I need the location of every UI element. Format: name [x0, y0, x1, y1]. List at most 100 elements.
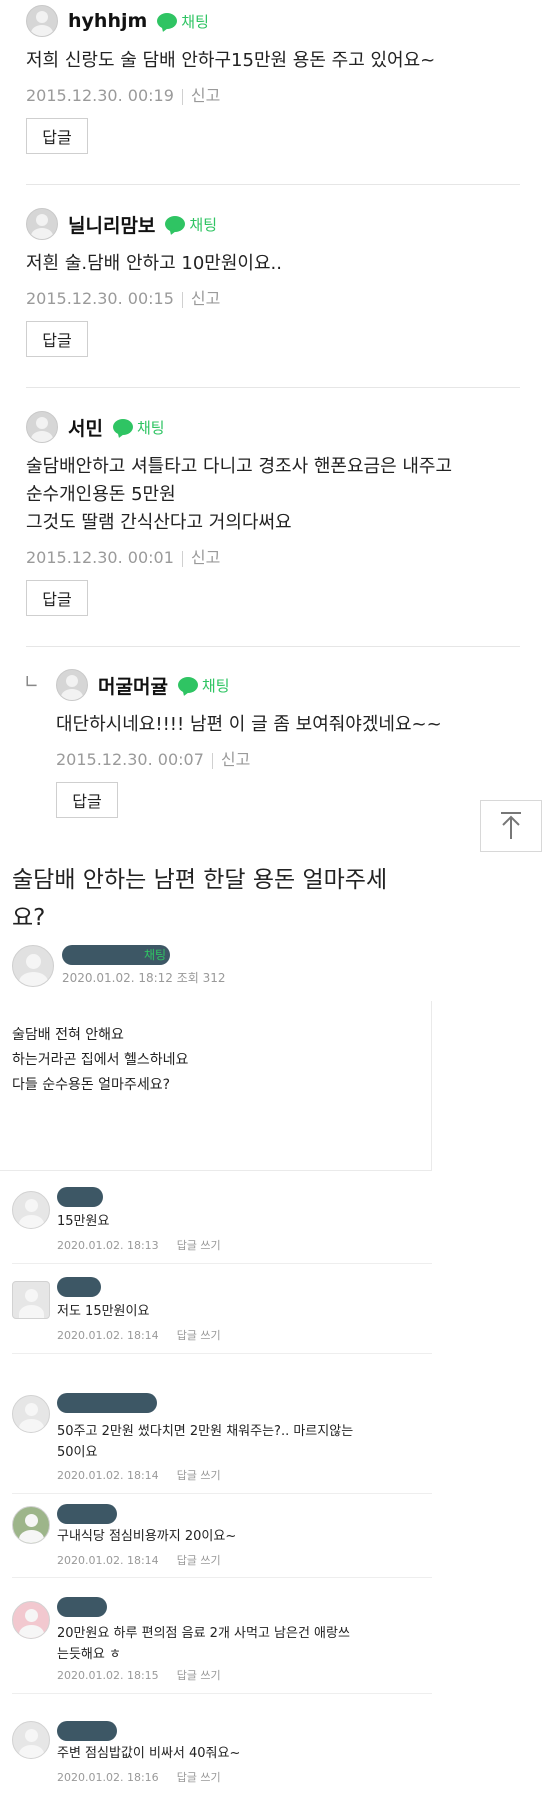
comment-divider [26, 646, 520, 647]
comment-list-top: hyhhjm 채팅 저희 신랑도 술 담배 안하구15만원 용돈 주고 있어요~… [0, 0, 546, 853]
chat-link[interactable]: 채팅 [157, 11, 209, 32]
post-title-line: 요? [12, 905, 46, 931]
cafe-post: 술담배 안하는 남편 한달 용돈 얼마주세 요? 채팅 2020.01.02. … [0, 853, 546, 1816]
redaction-scribble [57, 1504, 117, 1524]
chat-link[interactable]: 채팅 [177, 675, 230, 696]
reply-link[interactable]: 답글 쓰기 [177, 1554, 221, 1567]
chat-bubble-icon [112, 419, 133, 435]
reply-link[interactable]: 답글 쓰기 [177, 1669, 221, 1682]
chat-link[interactable]: 채팅 [165, 214, 217, 235]
comment-date: 2020.01.02. 18:14 [57, 1329, 159, 1342]
divider [181, 550, 183, 567]
chat-link[interactable]: 채팅 [144, 946, 166, 963]
comment-date: 2020.01.02. 18:14 [57, 1469, 159, 1482]
comment-meta: 2015.12.30. 00:01 신고 [26, 544, 220, 568]
reply-button[interactable]: 답글 [26, 321, 88, 357]
comment-meta: 2020.01.02. 18:14 답글 쓰기 [57, 1327, 221, 1343]
comment-meta: 2015.12.30. 00:19 신고 [26, 82, 220, 106]
report-link[interactable]: 신고 [221, 750, 250, 769]
post-body: 술담배 전혀 안해요 하는거라곤 집에서 헬스하네요 다들 순수용돈 얼마주세요… [12, 1023, 188, 1098]
comment-text: 저도 15만원이요 [57, 1301, 149, 1322]
avatar[interactable] [26, 208, 58, 240]
chat-label: 채팅 [201, 676, 230, 695]
redaction-scribble [57, 1277, 101, 1297]
comment-line: 대단하시네요!!!! 남편 이 글 좀 보여줘야겠네요~~ [56, 714, 442, 735]
comment-line: 50주고 2만원 썼다치면 2만원 채워주는?.. 마르지않는 [57, 1424, 354, 1439]
comment-text: 20만원요 하루 편의점 음료 2개 사먹고 남은건 애랑쓰 는듯해요 ㅎ [57, 1623, 350, 1665]
comment-divider [12, 1353, 432, 1354]
comment-divider [12, 1493, 432, 1494]
post-meta: 2020.01.02. 18:12 조회 312 [62, 971, 226, 985]
comment-header: hyhhjm 채팅 [26, 4, 209, 38]
comment-meta: 2020.01.02. 18:13 답글 쓰기 [57, 1237, 221, 1253]
comment-divider [12, 1263, 432, 1264]
comment-meta: 2020.01.02. 18:15 답글 쓰기 [57, 1667, 221, 1683]
chat-link[interactable]: 채팅 [112, 417, 165, 438]
comment-line: 저도 15만원이요 [57, 1304, 150, 1319]
chat-bubble-icon [157, 13, 178, 29]
comment-line: 구내식당 점심비용까지 20이요~ [57, 1529, 237, 1544]
comment-line: 는듯해요 ㅎ [57, 1647, 121, 1662]
comment-nickname[interactable]: 서민 [68, 414, 103, 441]
comment-meta: 2020.01.02. 18:16 답글 쓰기 [57, 1769, 221, 1785]
comment-nickname[interactable]: 닐니리맘보 [68, 211, 155, 238]
comment-meta: 2020.01.02. 18:14 답글 쓰기 [57, 1467, 221, 1483]
comment-date: 2020.01.02. 18:14 [57, 1554, 159, 1567]
avatar[interactable] [26, 411, 58, 443]
reply-link[interactable]: 답글 쓰기 [177, 1239, 221, 1252]
comment-date: 2015.12.30. 00:19 [26, 86, 174, 105]
report-link[interactable]: 신고 [191, 548, 220, 567]
post-title: 술담배 안하는 남편 한달 용돈 얼마주세 요? [12, 861, 432, 937]
comment-divider [26, 387, 520, 388]
divider [211, 752, 213, 769]
comment-line: 주변 점심밥값이 비싸서 40줘요~ [57, 1746, 241, 1761]
comment-date: 2020.01.02. 18:16 [57, 1771, 159, 1784]
comment-header: 서민 채팅 [26, 410, 165, 444]
comment-nickname[interactable]: 머굴머귤 [98, 672, 168, 699]
reply-link[interactable]: 답글 쓰기 [177, 1771, 221, 1784]
avatar[interactable] [12, 1721, 50, 1759]
reply-button[interactable]: 답글 [26, 118, 88, 154]
reply-link[interactable]: 답글 쓰기 [177, 1469, 221, 1482]
avatar[interactable] [56, 669, 88, 701]
reply-link[interactable]: 답글 쓰기 [177, 1329, 221, 1342]
avatar[interactable] [12, 1506, 50, 1544]
divider [181, 291, 183, 308]
reply-button[interactable]: 답글 [26, 580, 88, 616]
chat-label: 채팅 [136, 418, 165, 437]
reply-button[interactable]: 답글 [56, 782, 118, 818]
comment-nickname[interactable]: hyhhjm [68, 10, 147, 32]
avatar[interactable] [12, 1395, 50, 1433]
comment-date: 2020.01.02. 18:13 [57, 1239, 159, 1252]
avatar[interactable] [12, 1601, 50, 1639]
avatar[interactable] [12, 1191, 50, 1229]
comment-text: 주변 점심밥값이 비싸서 40줘요~ [57, 1743, 240, 1764]
redaction-scribble [57, 1721, 117, 1741]
avatar[interactable] [12, 945, 54, 987]
comment-text: 저희 신랑도 술 담배 안하구15만원 용돈 주고 있어요~ [26, 47, 435, 75]
chat-label: 채팅 [189, 215, 218, 234]
comment-divider [26, 184, 520, 185]
reply-marker-icon: ∟ [24, 672, 40, 693]
comment-line: 순수개인용돈 5만원 [26, 484, 176, 505]
avatar[interactable] [12, 1281, 50, 1319]
arrow-up-icon [501, 812, 521, 839]
comment-meta: 2020.01.02. 18:14 답글 쓰기 [57, 1552, 221, 1568]
chat-bubble-icon [177, 677, 198, 693]
report-link[interactable]: 신고 [191, 289, 220, 308]
comment-line: 술담배안하고 셔틀타고 다니고 경조사 핸폰요금은 내주고 [26, 456, 453, 477]
divider [181, 88, 183, 105]
comment-line: 그것도 딸램 간식산다고 거의다써요 [26, 512, 292, 533]
comment-header: 닐니리맘보 채팅 [26, 207, 217, 241]
comment-divider [12, 1693, 432, 1694]
post-body-line: 하는거라곤 집에서 헬스하네요 [12, 1052, 189, 1068]
scroll-top-button[interactable] [480, 800, 542, 852]
post-author [12, 945, 54, 987]
avatar[interactable] [26, 5, 58, 37]
report-link[interactable]: 신고 [191, 86, 220, 105]
comment-date: 2020.01.02. 18:15 [57, 1669, 159, 1682]
comment-text: 구내식당 점심비용까지 20이요~ [57, 1526, 236, 1547]
chat-label: 채팅 [181, 12, 209, 31]
comment-meta: 2015.12.30. 00:07 신고 [56, 746, 250, 770]
comment-line: 20만원요 하루 편의점 음료 2개 사먹고 남은건 애랑쓰 [57, 1626, 350, 1641]
